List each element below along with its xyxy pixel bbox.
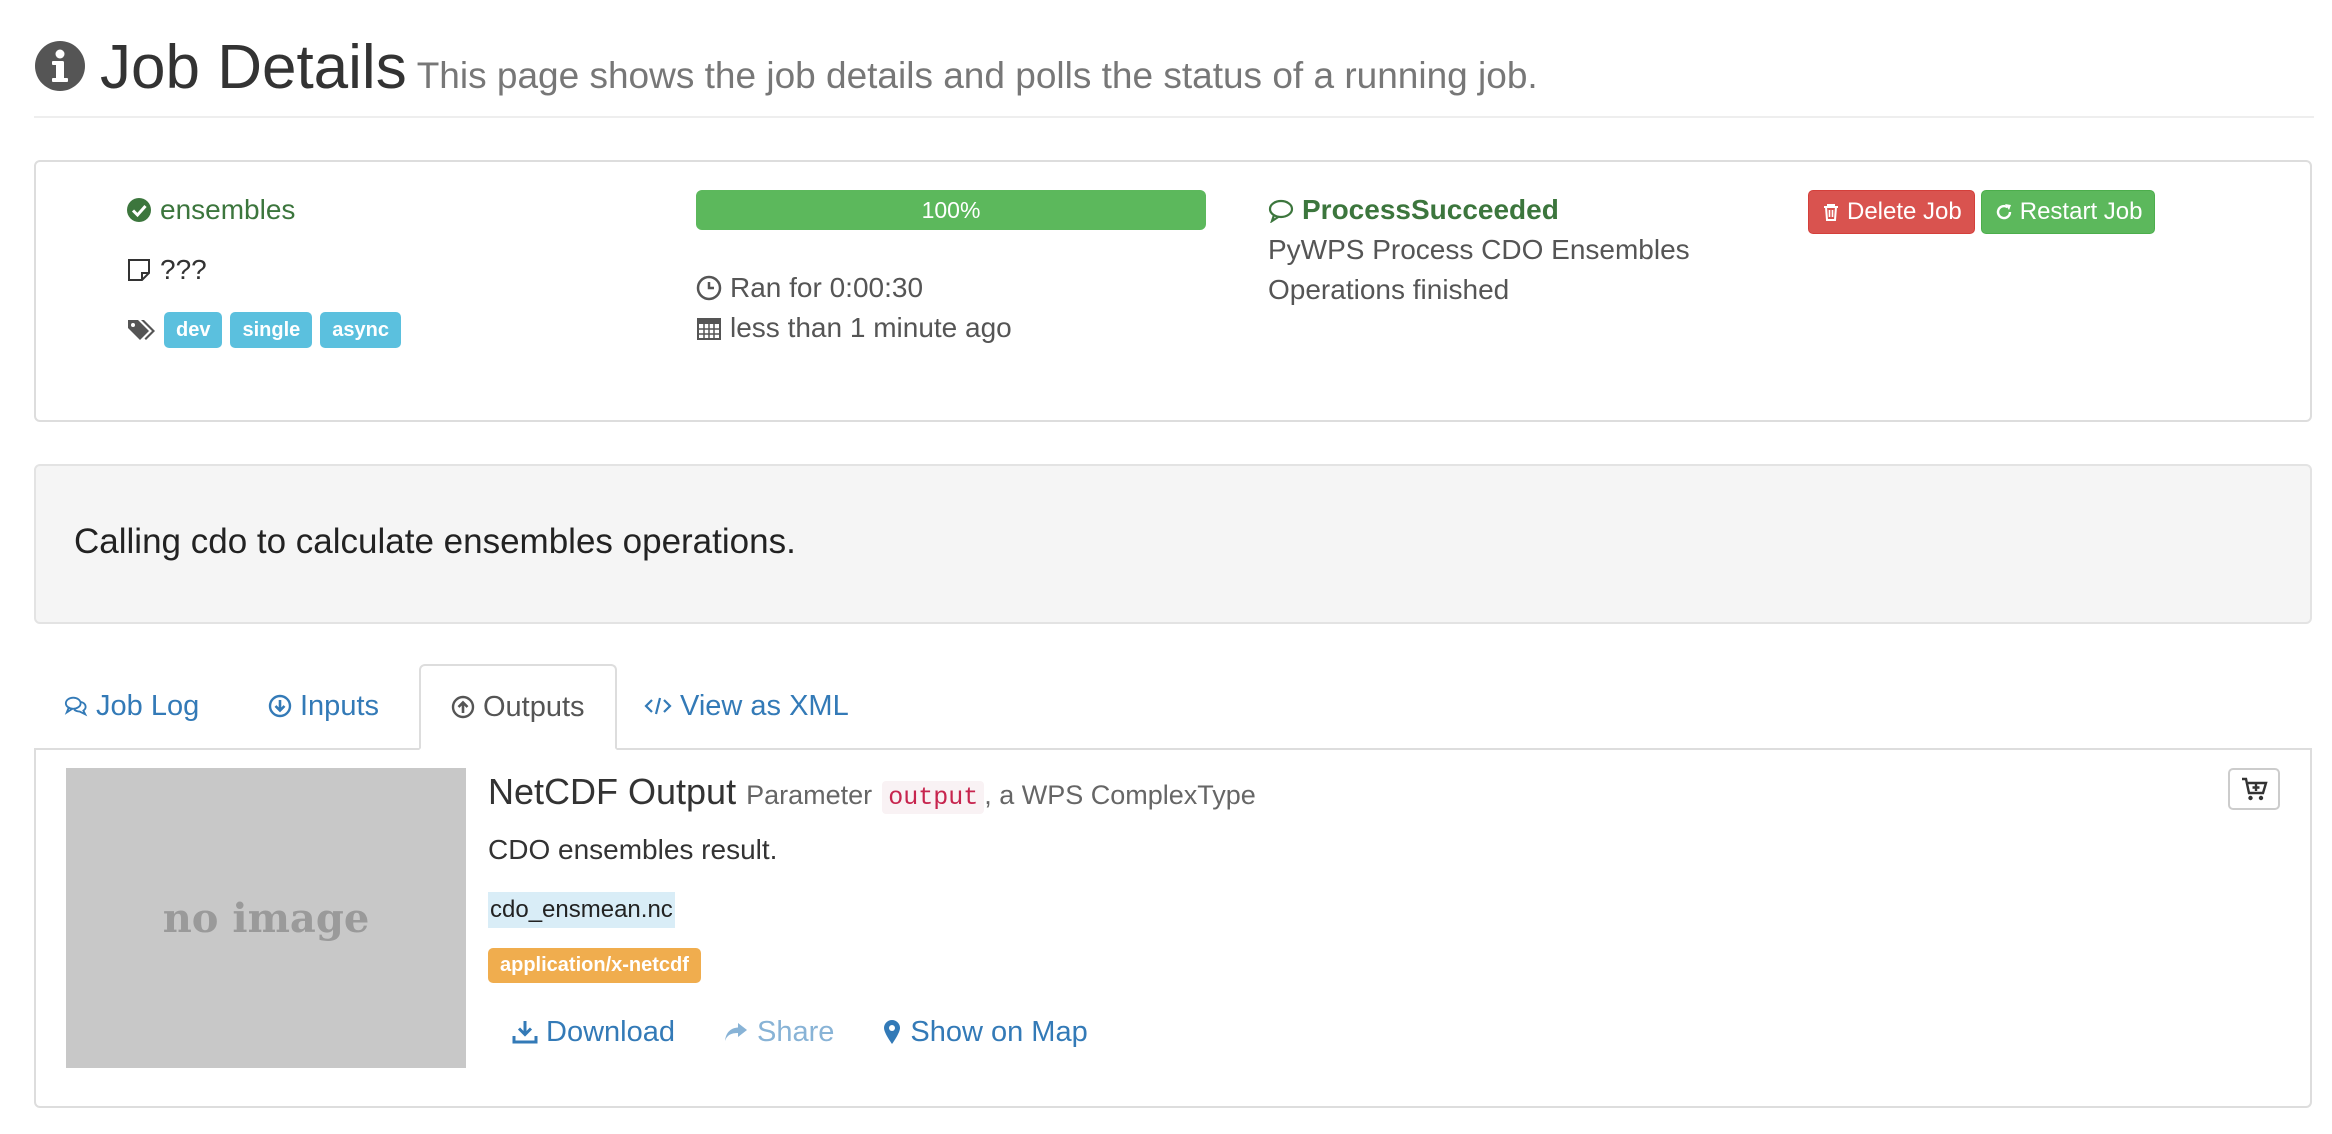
check-circle-icon [127,198,151,222]
duration-row: Ran for 0:00:30 [696,268,1246,308]
job-summary-panel: ensembles ??? dev single async 100% Ran … [34,160,2312,422]
tab-outputs-label: Outputs [483,690,585,723]
show-on-map-link[interactable]: Show on Map [858,1007,1111,1057]
output-param-prefix: Parameter [746,780,873,810]
created-row: less than 1 minute ago [696,308,1246,348]
status-line: ProcessSucceeded [1268,190,1788,230]
info-circle-icon [35,41,85,91]
show-on-map-label: Show on Map [910,1015,1088,1048]
tag-async[interactable]: async [320,312,401,348]
output-param-suffix: , a WPS ComplexType [984,780,1256,810]
page-header: Job Details This page shows the job detai… [34,30,2314,118]
tag-single[interactable]: single [230,312,313,348]
tab-job-log-label: Job Log [96,689,200,722]
tab-outputs[interactable]: Outputs [419,664,617,750]
output-heading: NetCDF Output Parameter output, a WPS Co… [488,770,2188,820]
arrow-circle-down-icon [268,694,292,718]
status-message-line1: PyWPS Process CDO Ensembles [1268,234,1690,265]
restart-job-button[interactable]: Restart Job [1980,190,2156,234]
job-title-row: ensembles [126,190,646,230]
delete-job-button[interactable]: Delete Job [1808,190,1975,234]
output-title: NetCDF Output [488,771,737,812]
job-abstract-row: ??? [126,250,646,290]
output-filename[interactable]: cdo_ensmean.nc [488,892,675,928]
job-duration: Ran for 0:00:30 [730,272,924,303]
output-abstract: CDO ensembles result. [488,834,778,865]
tab-view-as-xml[interactable]: View as XML [614,664,879,748]
code-icon [644,697,672,715]
no-image-text: no image [162,894,370,942]
output-panel: no image NetCDF Output Parameter output,… [34,748,2312,1108]
download-icon [512,1021,538,1044]
job-abstract: ??? [160,254,207,285]
share-icon [724,1023,747,1041]
comments-icon [64,696,88,717]
output-actions: Download Share Show on Map [488,1007,2188,1057]
job-tabs: Job Log Inputs Outputs View as XML [34,664,2312,750]
restart-job-label: Restart Job [2019,198,2143,225]
job-progress-column: 100% Ran for 0:00:30 less than 1 minute … [696,190,1246,368]
add-to-cart-button[interactable] [2228,768,2280,810]
mime-type-badge: application/x-netcdf [488,948,701,983]
job-details-page: Job Details This page shows the job detai… [0,0,2332,1134]
trash-icon [1824,204,1838,221]
map-marker-icon [884,1020,901,1044]
page-title-text: Job Details [100,33,407,102]
job-title: ensembles [160,194,296,225]
cart-plus-icon [2242,777,2268,801]
progress-bar-fill: 100% [696,190,1206,230]
tab-job-log[interactable]: Job Log [34,664,229,748]
output-identifier: output [882,781,985,814]
output-thumbnail[interactable]: no image [66,768,466,1068]
clock-icon [696,275,722,301]
job-status: ProcessSucceeded [1302,194,1559,225]
download-label: Download [546,1015,675,1048]
tab-view-as-xml-label: View as XML [680,689,849,722]
job-actions-column: Delete Job Restart Job [1808,190,2268,234]
tab-inputs[interactable]: Inputs [238,664,409,748]
progress-bar-track: 100% [696,190,1206,230]
job-created: less than 1 minute ago [730,312,1012,343]
job-tags-row: dev single async [126,310,646,350]
status-message-line2: Operations finished [1268,274,1510,305]
process-abstract-well: Calling cdo to calculate ensembles opera… [34,464,2312,624]
comment-icon [1268,199,1294,223]
job-status-column: ProcessSucceeded PyWPS Process CDO Ensem… [1268,190,1788,310]
download-link[interactable]: Download [488,1007,699,1057]
job-info-column: ensembles ??? dev single async [126,190,646,370]
tags-icon [128,320,155,340]
calendar-icon [697,318,721,340]
sticky-note-icon [128,259,150,281]
tab-inputs-label: Inputs [300,689,379,722]
progress-label: 100% [921,196,981,223]
process-abstract: Calling cdo to calculate ensembles opera… [74,522,796,561]
refresh-icon [1996,204,2011,220]
tag-dev[interactable]: dev [164,312,223,348]
share-link[interactable]: Share [699,1007,858,1057]
delete-job-label: Delete Job [1847,198,1962,225]
page-subtitle: This page shows the job details and poll… [416,55,1538,96]
page-title: Job Details This page shows the job detai… [100,30,1538,114]
arrow-circle-up-icon [451,695,475,719]
share-label: Share [756,1015,835,1048]
output-details: NetCDF Output Parameter output, a WPS Co… [488,770,2188,1057]
